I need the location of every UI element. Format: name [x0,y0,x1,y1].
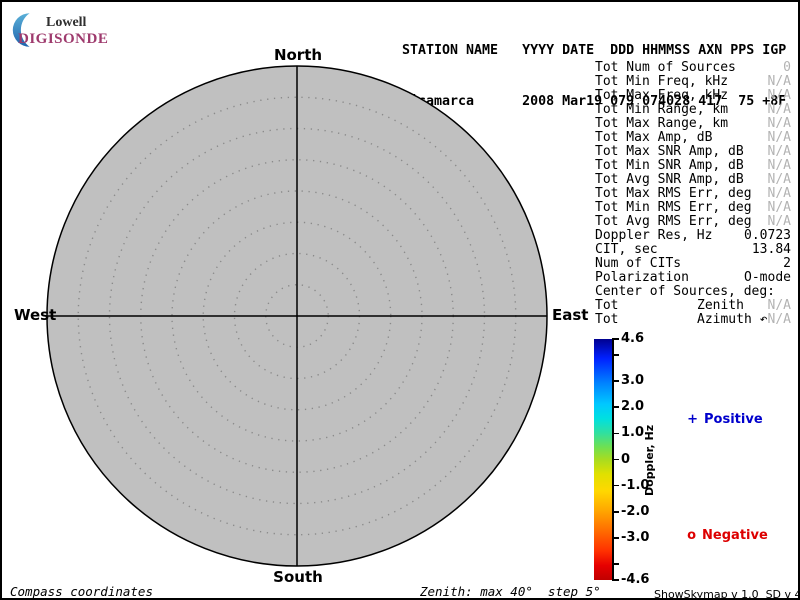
stat-row: Tot Azimuth ↶N/A [595,313,791,327]
colorbar-tick [612,380,619,382]
stat-value: N/A [768,215,791,229]
colorbar-tick [612,485,619,487]
stat-label: Tot Max RMS Err, deg [595,187,752,201]
stat-value: N/A [768,103,791,117]
colorbar-tick [612,459,619,461]
stat-label: Tot [595,313,618,327]
stat-value: N/A [768,117,791,131]
stat-label: Tot Avg RMS Err, deg [595,215,752,229]
stat-row: Tot Min SNR Amp, dB N/A [595,159,791,173]
positive-marker-icon: + [687,412,698,427]
colorbar-tick [612,406,619,408]
stat-label: Tot Max SNR Amp, dB [595,145,744,159]
stat-row: Tot Avg SNR Amp, dB N/A [595,173,791,187]
stat-value: O-mode [744,271,791,285]
colorbar-tick [612,563,619,565]
compass-label-west: West [14,306,46,324]
zenith-range-label: Zenith: max 40° step 5° [420,584,601,599]
stat-value: N/A [768,299,791,313]
stat-row: Doppler Res, Hz 0.0723 [595,229,791,243]
legend-negative-label: Negative [702,528,768,543]
colorbar-tick-label: 0 [621,452,630,467]
colorbar-tick-label: 2.0 [621,399,644,414]
stat-row: Tot Num of Sources 0 [595,61,791,75]
stat-row: Num of CITs 2 [595,257,791,271]
colorbar-tick-label: 1.0 [621,425,644,440]
stat-row: Tot Avg RMS Err, deg N/A [595,215,791,229]
stat-row: Tot Max Amp, dB N/A [595,131,791,145]
stat-value: N/A [768,131,791,145]
stat-label: Tot [595,299,618,313]
stat-row: Tot Max Freq, kHz N/A [595,89,791,103]
stat-row: CIT, sec 13.84 [595,243,791,257]
stat-row: Polarization O-mode [595,271,791,285]
colorbar-tick-label: 3.0 [621,373,644,388]
stat-value: N/A [768,89,791,103]
stat-label: Polarization [595,271,689,285]
stat-mid-label: Zenith [697,299,744,313]
stat-value: 13.84 [752,243,791,257]
stat-row: Tot Zenith N/A [595,299,791,313]
stat-label: Tot Max Freq, kHz [595,89,728,103]
version-label: ShowSkymap v 1.0 SD v 4.2 [654,588,800,600]
stat-row: Tot Max Range, km N/A [595,117,791,131]
stat-mid-label: Azimuth ↶ [697,313,767,327]
colorbar-tick-label: -3.0 [621,530,649,545]
stat-label: Doppler Res, Hz [595,229,712,243]
coordinates-mode-label: Compass coordinates [10,584,153,599]
stat-row: Tot Min Range, km N/A [595,103,791,117]
colorbar-tick [612,338,619,340]
stat-label: Tot Num of Sources [595,61,736,75]
stat-value: N/A [768,173,791,187]
stat-label: Tot Avg SNR Amp, dB [595,173,744,187]
legend-positive: + Positive [669,397,763,442]
colorbar-tick [612,354,619,356]
stat-row: Tot Min Freq, kHz N/A [595,75,791,89]
compass-label-east: East [552,306,588,324]
stat-row: Tot Min RMS Err, deg N/A [595,201,791,215]
stat-label: Tot Min RMS Err, deg [595,201,752,215]
doppler-colorbar [594,339,612,580]
stat-value: N/A [768,159,791,173]
colorbar-tick [612,433,619,435]
stat-value: 2 [783,257,791,271]
colorbar-tick-label: 4.6 [621,331,644,346]
showskymap-window: Lowell DIGISONDE STATION NAME YYYY DATE … [0,0,800,600]
stat-value: N/A [768,201,791,215]
stat-value: N/A [768,145,791,159]
stat-label: Tot Max Amp, dB [595,131,712,145]
legend-negative: o Negative [669,513,768,558]
stats-panel: Tot Num of Sources0Tot Min Freq, kHzN/AT… [595,61,791,327]
colorbar-title: Doppler, Hz [643,410,657,510]
stat-label: Tot Min SNR Amp, dB [595,159,744,173]
stat-value: N/A [768,75,791,89]
colorbar-tick [612,537,619,539]
stat-label: Tot Min Range, km [595,103,728,117]
negative-marker-icon: o [687,528,696,543]
colorbar-tick [612,579,619,581]
stat-row: Center of Sources, deg: [595,285,791,299]
stat-label: Center of Sources, deg: [595,285,775,299]
stat-label: CIT, sec [595,243,658,257]
stat-value: 0.0723 [744,229,791,243]
stat-label: Tot Min Freq, kHz [595,75,728,89]
stat-value: N/A [768,187,791,201]
stat-row: Tot Max SNR Amp, dB N/A [595,145,791,159]
stat-label: Tot Max Range, km [595,117,728,131]
colorbar-tick [612,511,619,513]
compass-label-north: North [273,46,323,64]
stat-label: Num of CITs [595,257,681,271]
stat-row: Tot Max RMS Err, deg N/A [595,187,791,201]
colorbar-tick-label: -4.6 [621,572,649,587]
legend-positive-label: Positive [704,412,763,427]
compass-label-south: South [273,568,323,586]
stat-value: 0 [783,61,791,75]
stat-value: N/A [768,313,791,327]
